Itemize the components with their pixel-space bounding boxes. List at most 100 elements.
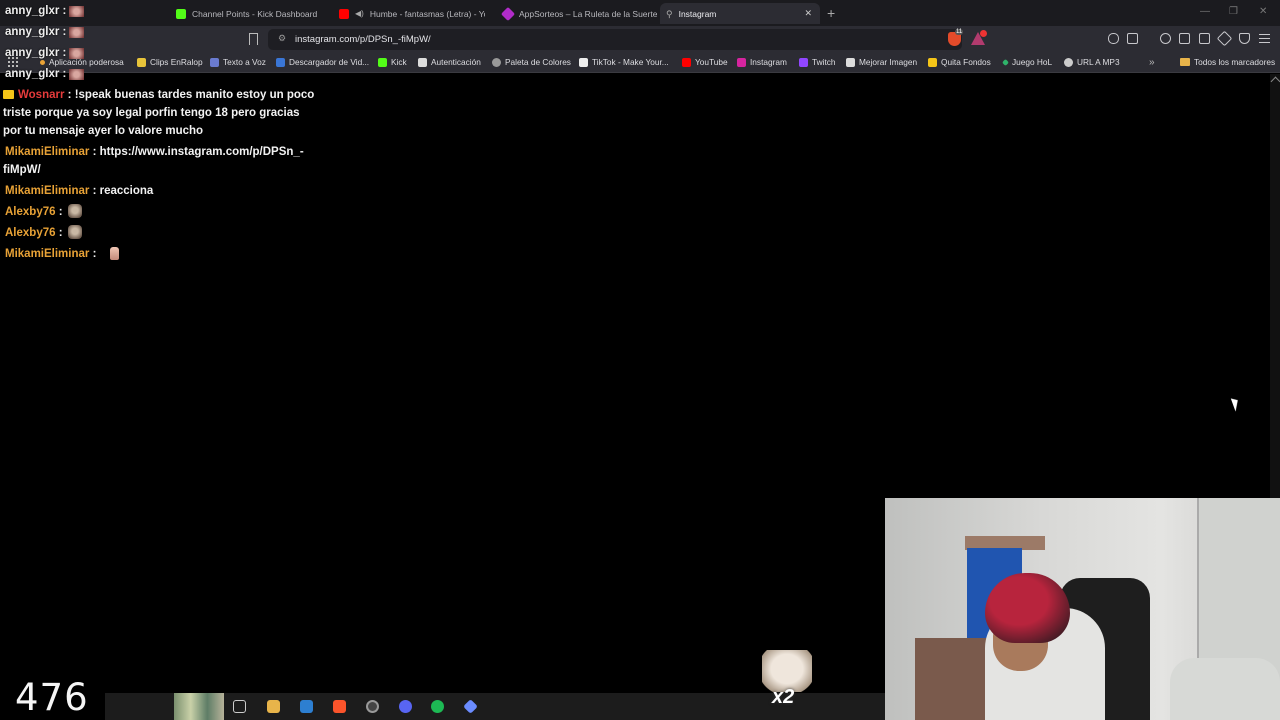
chat-separator: : (89, 185, 100, 197)
youtube-icon (682, 57, 691, 67)
bookmark-item[interactable]: Quita Fondos (928, 57, 991, 67)
store-icon[interactable] (300, 700, 313, 713)
bookmark-item[interactable]: Kick (378, 57, 407, 67)
restore-icon[interactable]: ❐ (1229, 6, 1238, 17)
close-tab-icon[interactable]: ✕ (804, 8, 812, 19)
crown-icon (3, 90, 14, 99)
folder-icon (1180, 58, 1190, 66)
bookmark-label: Mejorar Imagen (859, 57, 918, 67)
chat-separator: : (89, 146, 100, 158)
chat-text: reacciona (99, 185, 154, 197)
tab-label: Channel Points - Kick Dashboard (192, 8, 318, 19)
url-text[interactable]: instagram.com/p/DPSn_-fiMpW/ (295, 34, 431, 45)
twitch-icon (799, 57, 808, 67)
r-icon (418, 57, 427, 67)
sticker-multiplier: x2 (772, 686, 795, 708)
site-info-icon[interactable]: ⚙ (278, 33, 286, 44)
new-tab-button[interactable]: + (827, 5, 835, 21)
bookmark-item[interactable]: Twitch (799, 57, 836, 67)
rewards-badge (980, 30, 987, 37)
bookmark-item[interactable]: URL A MP3 (1064, 57, 1120, 67)
bookmark-item[interactable]: Mejorar Imagen (846, 57, 917, 67)
bookmark-label: TikTok - Make Your... (592, 57, 669, 67)
tab-kick-dashboard[interactable]: Channel Points - Kick Dashboard (170, 3, 330, 24)
bookmark-label: Juego HoL (1012, 57, 1053, 67)
bookmarks-bar: Aplicación poderosa Clips EnRalop Texto … (0, 53, 1280, 73)
bookmark-item[interactable]: Paleta de Colores (492, 57, 571, 67)
task-view-icon[interactable] (233, 700, 246, 713)
palette-icon (492, 57, 501, 67)
brave-rewards-icon[interactable] (971, 30, 987, 45)
tab-appsorteos[interactable]: AppSorteos – La Ruleta de la Suerte (497, 3, 657, 24)
tab-label: Instagram (678, 8, 717, 19)
obs-icon[interactable] (366, 700, 379, 713)
bookmark-label: Quita Fondos (941, 57, 991, 67)
vpn-icon[interactable] (1239, 33, 1250, 44)
webcam-sofa (1170, 658, 1280, 720)
speaker-icon[interactable]: ◀) (355, 9, 364, 18)
media-controls-icon[interactable] (1160, 33, 1171, 44)
bookmark-item[interactable]: Texto a Voz (210, 57, 266, 67)
instagram-icon (737, 57, 746, 67)
overlay-emote (69, 6, 84, 17)
kick-icon (176, 8, 186, 19)
overlay-emote (69, 27, 84, 38)
chat-username: Alexby76 (5, 206, 56, 218)
link-icon: ⚲ (666, 8, 673, 19)
kick-icon (378, 57, 387, 67)
webcam-bed (915, 638, 995, 720)
bookmark-label: Instagram (750, 57, 787, 67)
cat-emote-icon (67, 204, 82, 218)
discord-icon[interactable] (399, 700, 412, 713)
bookmark-label: Texto a Voz (223, 57, 266, 67)
bookmark-item[interactable]: TikTok - Make Your... (579, 57, 669, 67)
brave-icon[interactable] (333, 700, 346, 713)
tab-label: Humbe - fantasmas (Letra) - You (369, 8, 485, 19)
brave-shields-icon[interactable]: 11 (948, 29, 964, 46)
file-explorer-icon[interactable] (267, 700, 280, 713)
appsorteos-icon (500, 6, 516, 21)
bg-remove-icon (928, 57, 937, 67)
extensions-icon[interactable] (1108, 33, 1119, 44)
close-window-icon[interactable]: ✕ (1259, 6, 1267, 17)
bookmark-item[interactable]: Autenticación (418, 57, 481, 67)
bookmark-item[interactable]: Instagram (737, 57, 787, 67)
tab-instagram[interactable]: ⚲ Instagram ✕ (660, 3, 820, 24)
chat-message: MikamiEliminar : (3, 245, 321, 263)
tab-strip: Channel Points - Kick Dashboard ◀) Humbe… (0, 0, 1280, 26)
spotify-icon[interactable] (431, 700, 444, 713)
download-icon (276, 57, 285, 67)
sidebar-icon[interactable] (1179, 33, 1190, 44)
scrollbar[interactable] (1270, 74, 1280, 498)
overlay-emote (69, 48, 84, 59)
chat-message: Alexby76 : (3, 203, 321, 221)
chat-separator: : (64, 89, 75, 101)
chat-separator: : (55, 206, 66, 218)
bookmark-icon[interactable] (249, 33, 258, 45)
mp3-icon (1064, 57, 1073, 67)
chat-message: MikamiEliminar : https://www.instagram.c… (3, 143, 321, 179)
all-bookmarks-folder[interactable]: Todos los marcadores (1180, 57, 1275, 67)
overlay-emote (69, 69, 84, 80)
navigation-bar: ⚙ instagram.com/p/DPSn_-fiMpW/ (0, 26, 1280, 53)
tab-youtube-humbe[interactable]: ◀) Humbe - fantasmas (Letra) - You (333, 3, 485, 24)
chat-username: Wosnarr (18, 89, 65, 101)
bookmark-item[interactable]: Descargador de Vid... (276, 57, 369, 67)
bookmark-label: Autenticación (431, 57, 481, 67)
tts-icon (210, 57, 219, 67)
bookmark-item[interactable]: Clips EnRalop (137, 57, 203, 67)
bookmark-item[interactable]: Juego HoL (1001, 57, 1053, 67)
more-bookmarks-button[interactable]: » (1149, 57, 1155, 68)
bookmark-item[interactable]: YouTube (682, 57, 728, 67)
webcam-feed (885, 498, 1280, 720)
chat-username: MikamiEliminar (5, 146, 90, 158)
overlay-username: anny_glxr : (5, 5, 67, 17)
clips-icon (137, 57, 146, 67)
menu-icon[interactable] (1259, 34, 1270, 43)
address-bar[interactable]: ⚙ instagram.com/p/DPSn_-fiMpW/ (268, 29, 962, 50)
minimize-icon[interactable]: — (1200, 6, 1210, 17)
chat-username: MikamiEliminar (5, 248, 90, 260)
tab-label: AppSorteos – La Ruleta de la Suerte (519, 8, 657, 19)
screenshot-icon[interactable] (1127, 33, 1138, 44)
wallet-icon[interactable] (1199, 33, 1210, 44)
